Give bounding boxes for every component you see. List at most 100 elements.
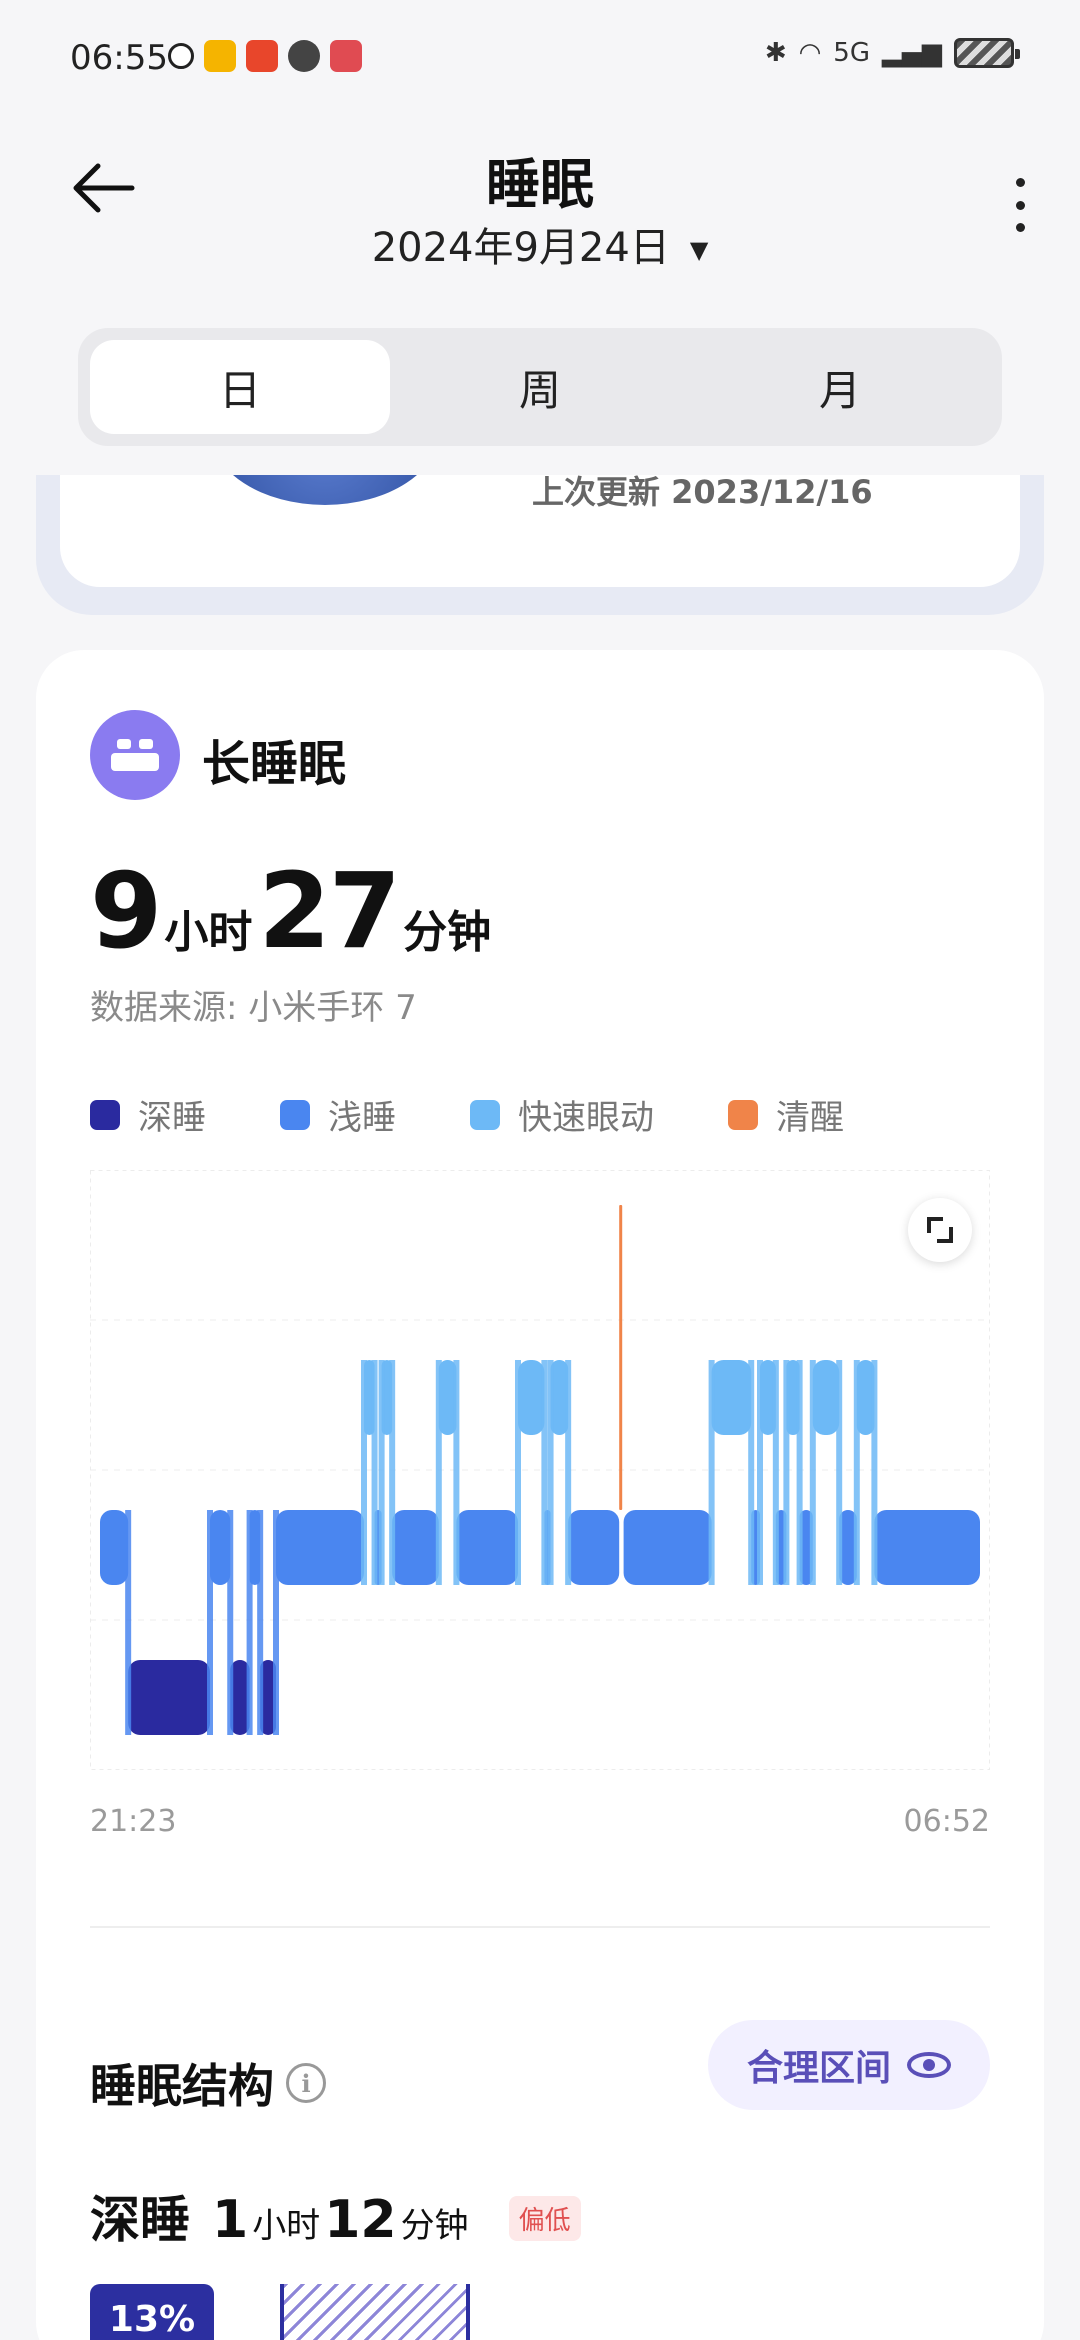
red-app-icon	[330, 40, 362, 72]
status-time: 06:55	[70, 38, 168, 78]
bed-icon	[90, 710, 180, 800]
chart-end-time: 06:52	[903, 1804, 990, 1839]
deep-sleep-hours-unit: 小时	[252, 2206, 321, 2246]
stage-transition	[547, 1360, 554, 1585]
stage-transition	[361, 1360, 367, 1585]
legend-label: 深睡	[138, 1098, 206, 1138]
reasonable-range-button[interactable]: 合理区间	[708, 2020, 990, 2110]
network-type: 5G	[833, 38, 870, 68]
device-card-inner: 上次更新 2023/12/16	[60, 475, 1020, 587]
stage-segment	[619, 1205, 623, 1510]
legend-dot-awake	[728, 1099, 758, 1130]
stage-segment	[456, 1510, 518, 1585]
wifi-icon: ◠	[798, 38, 822, 68]
legend-dot-deep	[90, 1099, 120, 1130]
stage-segment	[812, 1360, 840, 1435]
weibo-icon	[204, 40, 236, 72]
more-options-button[interactable]	[1008, 178, 1032, 232]
stage-segment	[623, 1510, 712, 1585]
device-image	[210, 475, 440, 505]
status-bar: 06:55 ✱ ◠ 5G ▂▄▆	[0, 0, 1080, 120]
stage-transition	[515, 1360, 521, 1585]
legend-awake: 清醒	[728, 1090, 844, 1139]
deep-sleep-percent: 13%	[90, 2284, 214, 2340]
stage-segment	[210, 1510, 231, 1585]
structure-title: 睡眠结构 i	[90, 2050, 326, 2116]
eye-icon	[907, 2052, 951, 2078]
stage-transition	[871, 1360, 878, 1585]
selected-date: 2024年9月24日	[371, 225, 670, 271]
expand-icon	[927, 1217, 953, 1243]
wechat-icon	[288, 40, 320, 72]
stage-transition	[453, 1360, 460, 1585]
legend-label: 清醒	[776, 1098, 844, 1138]
bluetooth-icon: ✱	[764, 38, 787, 68]
legend-label: 浅睡	[328, 1098, 396, 1138]
range-button-label: 合理区间	[746, 2048, 891, 2089]
data-source: 数据来源: 小米手环 7	[90, 988, 417, 1028]
legend-dot-rem	[470, 1099, 500, 1130]
expand-chart-button[interactable]	[908, 1198, 972, 1262]
stage-transition	[125, 1510, 132, 1735]
battery-icon	[954, 38, 1020, 68]
stage-segment	[276, 1510, 364, 1585]
sleep-type-title: 长睡眠	[202, 736, 347, 792]
stage-segment	[128, 1660, 210, 1735]
reasonable-range-bar	[280, 2284, 470, 2340]
deep-sleep-row: 深睡 1 小时 12 分钟 偏低	[90, 2180, 581, 2252]
info-icon[interactable]: i	[286, 2063, 326, 2103]
legend-label: 快速眼动	[518, 1098, 654, 1138]
caret-down-icon: ▼	[689, 236, 709, 264]
stage-transition	[772, 1360, 779, 1585]
stage-segment	[874, 1510, 980, 1585]
legend-deep: 深睡	[90, 1090, 206, 1139]
stage-transition	[748, 1360, 755, 1585]
more-dot-icon	[1015, 178, 1025, 187]
deep-sleep-hours: 1	[212, 2190, 249, 2250]
chart-start-time: 21:23	[90, 1804, 177, 1839]
stage-transition	[783, 1360, 790, 1585]
stage-transition	[207, 1510, 213, 1735]
sleep-stage-chart[interactable]	[90, 1170, 990, 1770]
legend-dot-light	[280, 1099, 310, 1130]
date-picker[interactable]: 2024年9月24日 ▼	[0, 215, 1080, 273]
tab-week[interactable]: 周	[390, 340, 690, 434]
stage-transition	[389, 1360, 396, 1585]
taobao-icon	[246, 40, 278, 72]
signal-icon: ▂▄▆	[882, 38, 942, 68]
tab-day[interactable]: 日	[90, 340, 390, 434]
system-icons: ✱ ◠ 5G ▂▄▆	[764, 38, 1020, 68]
structure-title-text: 睡眠结构	[90, 2059, 274, 2113]
deep-sleep-minutes: 12	[324, 2190, 397, 2250]
tab-month[interactable]: 月	[690, 340, 990, 434]
stage-transition	[708, 1360, 715, 1585]
status-badge: 偏低	[508, 2196, 581, 2241]
stage-transition	[565, 1360, 572, 1585]
stage-transition	[246, 1510, 253, 1735]
duration-minutes: 27	[258, 850, 401, 972]
stage-segment	[711, 1360, 752, 1435]
stage-segment	[392, 1510, 439, 1585]
legend-light: 浅睡	[280, 1090, 396, 1139]
legend-rem: 快速眼动	[470, 1090, 654, 1139]
stage-transition	[273, 1510, 279, 1735]
stage-transition	[257, 1510, 264, 1735]
device-card[interactable]: 上次更新 2023/12/16	[36, 475, 1044, 615]
deep-sleep-minutes-unit: 分钟	[400, 2206, 469, 2246]
stage-transition	[435, 1360, 442, 1585]
page-title: 睡眠	[486, 153, 594, 216]
more-dot-icon	[1015, 200, 1025, 210]
stage-transition	[227, 1510, 234, 1735]
stage-transition	[796, 1360, 803, 1585]
more-dot-icon	[1015, 223, 1025, 232]
sleep-duration: 9 小时 27 分钟	[90, 850, 497, 972]
period-tabs: 日 周 月	[78, 328, 1002, 446]
notification-icons	[168, 40, 362, 72]
stage-transition	[371, 1360, 378, 1585]
stage-transition	[378, 1360, 385, 1585]
sleep-card: 长睡眠 9 小时 27 分钟 数据来源: 小米手环 7 深睡 浅睡 快速眼动 清…	[36, 650, 1044, 2340]
duration-minutes-unit: 分钟	[403, 907, 492, 958]
duration-hours-unit: 小时	[164, 907, 253, 958]
deep-sleep-label: 深睡	[90, 2191, 190, 2249]
stage-transition	[541, 1360, 548, 1585]
